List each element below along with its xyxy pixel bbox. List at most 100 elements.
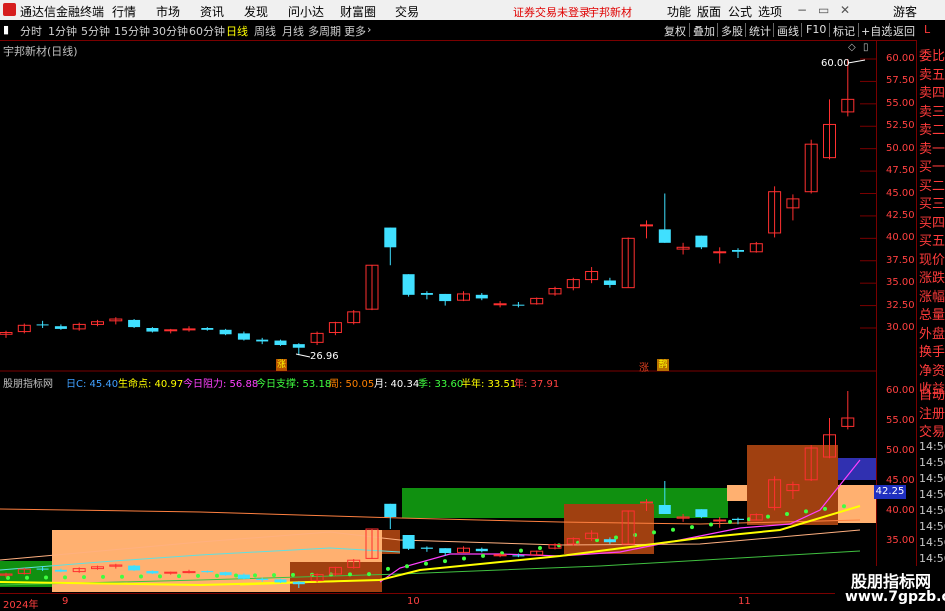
stock-name-link[interactable]: 宇邦新材 bbox=[588, 4, 632, 20]
ind-axis-label: 35.00 bbox=[886, 535, 915, 546]
period-15min[interactable]: 15分钟 bbox=[114, 23, 150, 39]
life-dot bbox=[690, 525, 694, 530]
level2-icon[interactable]: L bbox=[924, 23, 930, 36]
life-dot bbox=[6, 575, 10, 580]
period-60min[interactable]: 60分钟 bbox=[189, 23, 225, 39]
candle-body bbox=[402, 274, 415, 295]
candle-body bbox=[219, 329, 232, 335]
period-sidebar-toggle-icon[interactable]: ▮ bbox=[3, 23, 9, 36]
legend-quarter: 季: 33.60 bbox=[418, 379, 464, 390]
chart-settings-icon[interactable]: ◇ bbox=[848, 42, 856, 53]
main-axis-label: 50.00 bbox=[886, 142, 915, 154]
candle-body bbox=[493, 554, 507, 557]
toolbar-separator bbox=[717, 23, 718, 37]
side-item: 买四 bbox=[919, 215, 945, 231]
menu-caifuquan[interactable]: 财富圈 bbox=[340, 3, 376, 20]
menu-banmian[interactable]: 版面 bbox=[697, 3, 721, 20]
annot-low: 26.96 bbox=[310, 351, 339, 362]
tool-zixuan[interactable]: +自选 bbox=[861, 23, 892, 39]
tool-fuquan[interactable]: 复权 bbox=[664, 23, 686, 39]
guest-button[interactable]: 游客 bbox=[893, 3, 917, 20]
period-weekly[interactable]: 周线 bbox=[254, 23, 276, 39]
candle-body bbox=[695, 235, 708, 248]
toolbar-separator bbox=[801, 23, 802, 37]
period-multi[interactable]: 多周期 bbox=[308, 23, 341, 39]
tool-f10[interactable]: F10 bbox=[806, 23, 826, 36]
menu-zixun[interactable]: 资讯 bbox=[200, 3, 224, 20]
tool-fanhui[interactable]: 返回 bbox=[893, 23, 915, 39]
candle-body bbox=[201, 328, 214, 330]
ind-axis-label: 40.00 bbox=[886, 505, 915, 516]
candle-body bbox=[439, 293, 452, 302]
chart-panel-icon[interactable]: ▯ bbox=[863, 42, 869, 53]
badge-que[interactable]: 鹊 bbox=[657, 359, 669, 371]
ind-axis-label: 60.00 bbox=[886, 385, 915, 396]
maximize-icon[interactable]: ▭ bbox=[818, 3, 829, 17]
box-peach-small bbox=[727, 485, 749, 501]
tool-diejia[interactable]: 叠加 bbox=[693, 23, 715, 39]
side-lower-item: 自动 bbox=[919, 388, 945, 403]
period-30min[interactable]: 30分钟 bbox=[152, 23, 188, 39]
period-5min[interactable]: 5分钟 bbox=[81, 23, 110, 39]
menu-faxian[interactable]: 发现 bbox=[244, 3, 268, 20]
main-axis-label: 40.00 bbox=[886, 232, 915, 244]
tool-huaxian[interactable]: 画线 bbox=[777, 23, 799, 39]
candle-body bbox=[292, 581, 305, 585]
candle-body bbox=[54, 326, 67, 329]
life-dot bbox=[652, 530, 656, 535]
period-fenshi[interactable]: 分时 bbox=[20, 23, 42, 39]
menu-hangqing[interactable]: 行情 bbox=[112, 3, 136, 20]
toolbar-separator bbox=[745, 23, 746, 37]
side-time: 14:56 bbox=[919, 456, 945, 469]
box-brown-small bbox=[382, 530, 400, 554]
menu-jiaoyi[interactable]: 交易 bbox=[395, 3, 419, 20]
candle-body bbox=[182, 571, 196, 574]
side-item: 外盘 bbox=[919, 326, 945, 342]
candle-body bbox=[695, 509, 708, 517]
close-icon[interactable]: ✕ bbox=[840, 3, 850, 17]
menu-shichang[interactable]: 市场 bbox=[156, 3, 180, 20]
life-dot bbox=[386, 566, 390, 571]
life-dot bbox=[215, 573, 219, 578]
life-dot bbox=[348, 572, 352, 577]
menu-xuanxiang[interactable]: 选项 bbox=[758, 3, 782, 20]
menu-gongneng[interactable]: 功能 bbox=[667, 3, 691, 20]
main-annotations bbox=[295, 59, 866, 358]
candle-body bbox=[713, 251, 727, 254]
minimize-icon[interactable]: − bbox=[797, 3, 807, 17]
life-dot bbox=[671, 527, 675, 532]
candle-body bbox=[384, 227, 397, 248]
tool-duogu[interactable]: 多股 bbox=[721, 23, 743, 39]
tool-tongji[interactable]: 统计 bbox=[749, 23, 771, 39]
life-dot bbox=[766, 514, 770, 519]
candle-body bbox=[237, 574, 250, 579]
candle-body bbox=[640, 501, 653, 504]
more-chevron-icon[interactable]: › bbox=[367, 23, 371, 36]
annot-high-arrow bbox=[847, 59, 866, 64]
candle-body bbox=[658, 229, 671, 243]
period-more[interactable]: 更多 bbox=[344, 23, 366, 39]
date-month-9: 9 bbox=[62, 596, 69, 607]
badge-zhang[interactable]: 涨 bbox=[639, 359, 649, 374]
badge-event[interactable]: 涨 bbox=[276, 359, 287, 371]
candle-body bbox=[237, 333, 250, 340]
main-candles bbox=[0, 59, 855, 356]
life-dot bbox=[424, 561, 428, 566]
toolbar-separator bbox=[858, 23, 859, 37]
menu-gongshi[interactable]: 公式 bbox=[728, 3, 752, 20]
toolbar-separator bbox=[689, 23, 690, 37]
menu-wenxiaoda[interactable]: 问小达 bbox=[288, 3, 324, 20]
period-monthly[interactable]: 月线 bbox=[282, 23, 304, 39]
main-axis-label: 35.00 bbox=[886, 277, 915, 289]
login-status[interactable]: 证券交易未登录 bbox=[513, 4, 590, 20]
candle-body bbox=[475, 294, 488, 299]
period-1min[interactable]: 1分钟 bbox=[48, 23, 77, 39]
candle-body bbox=[274, 579, 287, 583]
period-daily[interactable]: 日线 bbox=[226, 23, 248, 39]
legend-month: 月: 40.34 bbox=[374, 379, 420, 390]
side-item: 涨跌 bbox=[919, 271, 945, 286]
candle-body bbox=[512, 555, 525, 557]
life-dot bbox=[823, 506, 827, 511]
kline-chart-area[interactable] bbox=[0, 40, 876, 609]
tool-biaoji[interactable]: 标记 bbox=[833, 23, 855, 39]
